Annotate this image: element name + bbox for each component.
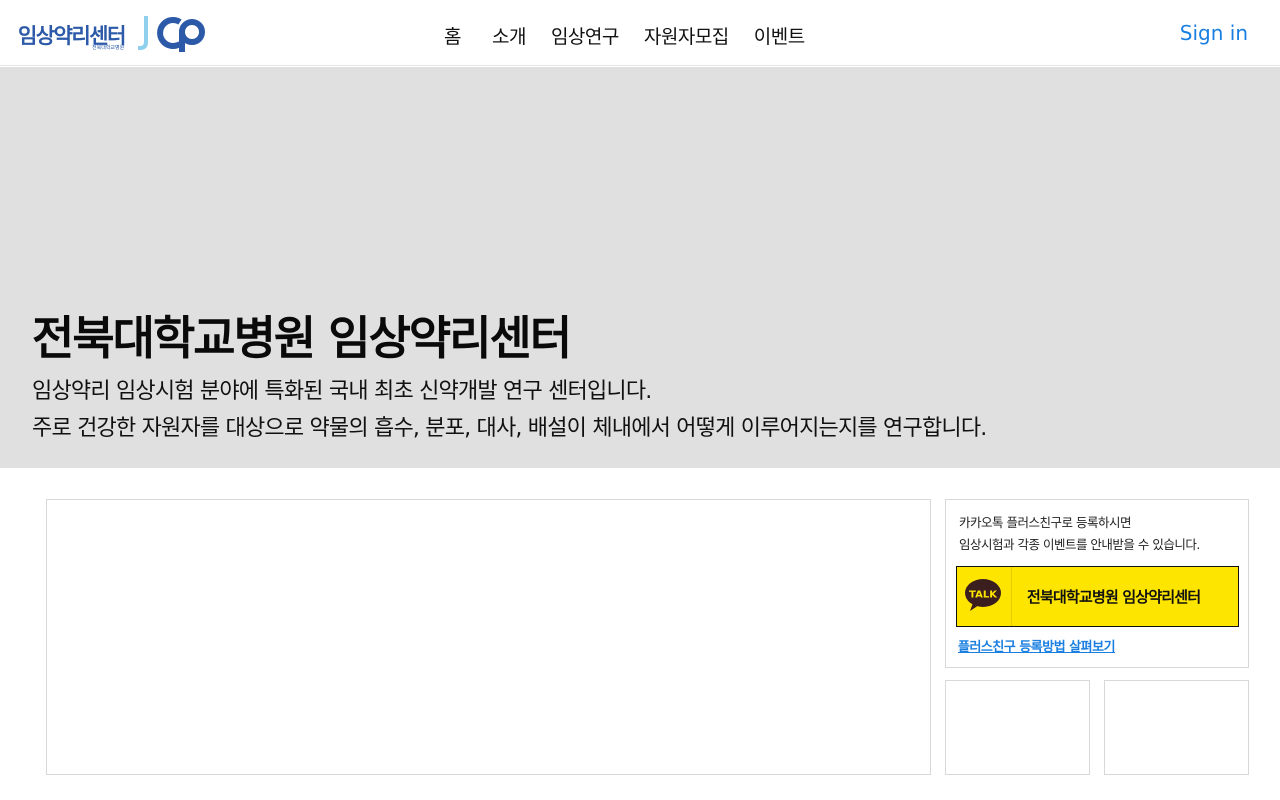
side-panel-left [945,680,1090,775]
kakao-banner-label: 전북대학교병원 임상약리센터 [1027,588,1201,606]
site-header: 임상약리센터 전북대학교병원 홈 소개 임상연구 자원자모집 이벤트 Sign … [0,0,1280,66]
kakao-talk-badge-text: TALK [969,590,998,601]
kakao-intro-text: 카카오톡 플러스친구로 등록하시면 임상시험과 각종 이벤트를 안내받을 수 있… [959,512,1200,556]
nav-about[interactable]: 소개 [492,22,526,49]
side-panel-right [1104,680,1249,775]
nav-home[interactable]: 홈 [444,22,461,49]
banner-divider [1011,567,1012,626]
sign-in-link[interactable]: Sign in [1180,21,1248,45]
hero-banner: 전북대학교병원 임상약리센터 임상약리 임상시험 분야에 특화된 국내 최초 신… [0,67,1280,468]
hero-title: 전북대학교병원 임상약리센터 [32,311,572,365]
site-logo[interactable]: 임상약리센터 전북대학교병원 [18,12,208,54]
nav-volunteer-recruit[interactable]: 자원자모집 [644,22,729,49]
kakao-text-line-1: 카카오톡 플러스친구로 등록하시면 [959,515,1131,530]
kakao-register-guide-link[interactable]: 플러스친구 등록방법 살펴보기 [958,636,1116,655]
kakao-text-line-2: 임상시험과 각종 이벤트를 안내받을 수 있습니다. [959,537,1200,552]
nav-clinical-research[interactable]: 임상연구 [551,22,619,49]
jcp-logo-icon [138,16,205,52]
main-nav: 홈 소개 임상연구 자원자모집 이벤트 [432,20,805,50]
kakao-plus-friend-panel: 카카오톡 플러스친구로 등록하시면 임상시험과 각종 이벤트를 안내받을 수 있… [945,499,1249,668]
nav-events[interactable]: 이벤트 [754,22,805,49]
hero-desc-line-2: 주로 건강한 자원자를 대상으로 약물의 흡수, 분포, 대사, 배설이 체내에… [32,416,987,441]
hero-desc-line-1: 임상약리 임상시험 분야에 특화된 국내 최초 신약개발 연구 센터입니다. [32,379,652,404]
hero-description: 임상약리 임상시험 분야에 특화된 국내 최초 신약개발 연구 센터입니다. 주… [32,373,987,447]
logo-subtext: 전북대학교병원 [92,45,125,51]
kakao-talk-icon: TALK [965,579,1001,611]
main-content-panel [46,499,931,775]
kakao-channel-banner[interactable]: TALK 전북대학교병원 임상약리센터 [956,566,1239,627]
